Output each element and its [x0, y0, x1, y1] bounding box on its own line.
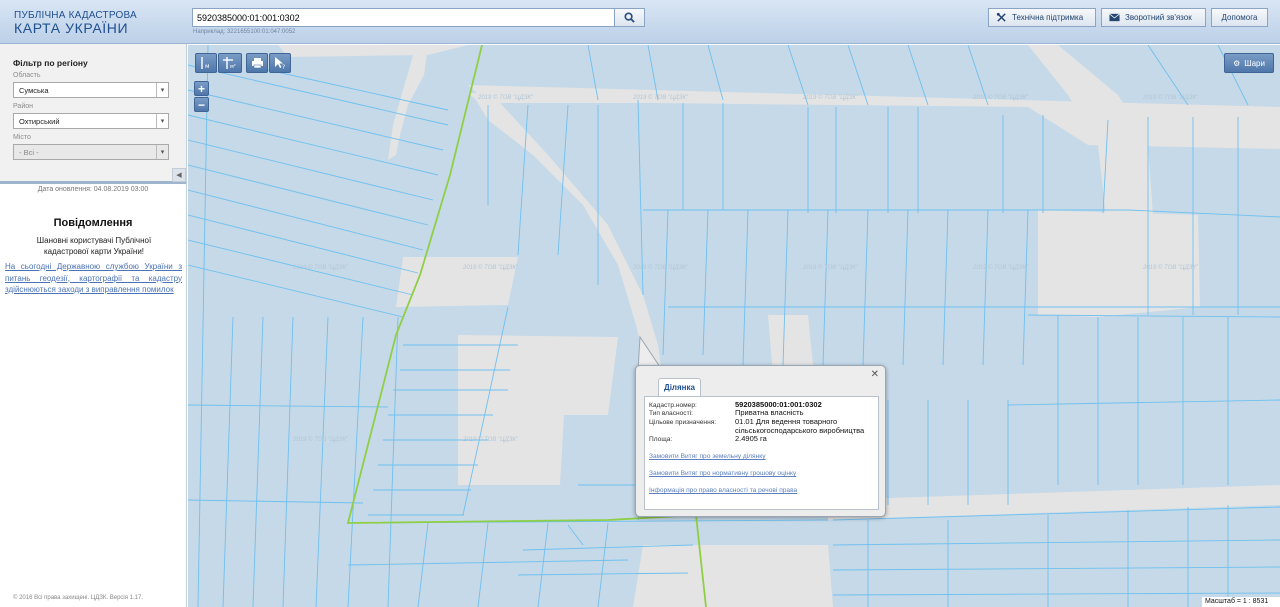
area-icon: м²: [223, 57, 236, 70]
search-input[interactable]: [192, 8, 615, 27]
tools-icon: [996, 12, 1006, 22]
region-filter: Фільтр по регіону Область Сумська ▾ Райо…: [0, 44, 186, 184]
map-canvas[interactable]: 2019 © ТОВ "ЦДЗК" 2019 © ТОВ "ЦДЗК" 2019…: [188, 45, 1280, 607]
feedback-label: Зворотний зв'язок: [1125, 13, 1192, 22]
layers-label: Шари: [1244, 58, 1265, 68]
scale-indicator: Масштаб = 1 : 8531: [1202, 597, 1280, 607]
oblast-select[interactable]: Сумська ▾: [13, 82, 169, 98]
svg-text:?: ?: [282, 64, 285, 70]
sidebar: Фільтр по регіону Область Сумська ▾ Райо…: [0, 44, 187, 607]
misto-value: - Всі -: [19, 148, 39, 157]
row-label-cadastral: Кадастр.номер:: [649, 402, 697, 409]
minus-icon: −: [197, 97, 205, 112]
watermark: 2019 © ТОВ "ЦДЗК": [1143, 265, 1199, 271]
row-label-purpose: Цільове призначення:: [649, 419, 717, 426]
oblast-value: Сумська: [19, 86, 49, 95]
chevron-left-icon: ◀: [176, 172, 182, 179]
watermark: 2019 © ТОВ "ЦДЗК": [973, 95, 1029, 101]
notice-link[interactable]: На сьогодні Державною службою України з …: [5, 261, 182, 296]
parcel-popup: ✕ Ділянка Кадастр.номер: 5920385000:01:0…: [635, 365, 886, 517]
rayon-select[interactable]: Охтирський ▾: [13, 113, 169, 129]
watermark: 2019 © ТОВ "ЦДЗК": [478, 95, 534, 101]
oblast-label: Область: [13, 72, 41, 79]
logo-line2: КАРТА УКРАЇНИ: [14, 20, 129, 36]
update-date: Дата оновлення: 04.08.2019 03:00: [37, 186, 149, 193]
chevron-down-icon: ▾: [156, 145, 168, 159]
watermark: 2019 © ТОВ "ЦДЗК": [803, 265, 859, 271]
watermark: 2019 © ТОВ "ЦДЗК": [803, 95, 859, 101]
rayon-label: Район: [13, 103, 33, 110]
rayon-value: Охтирський: [19, 117, 60, 126]
order-valuation-link[interactable]: Замовити Витяг про нормативну грошову оц…: [649, 470, 796, 477]
search-button[interactable]: [615, 8, 645, 27]
ownership-info-link[interactable]: Інформація про право власності та речові…: [649, 487, 797, 494]
watermark: 2019 © ТОВ "ЦДЗК": [633, 265, 689, 271]
support-label: Технічна підтримка: [1012, 13, 1084, 22]
print-button[interactable]: [246, 53, 268, 73]
feedback-button[interactable]: Зворотний зв'язок: [1101, 8, 1206, 27]
tab-parcel[interactable]: Ділянка: [658, 378, 701, 396]
watermark: 2019 © ТОВ "ЦДЗК": [293, 265, 349, 271]
svg-text:м: м: [205, 63, 210, 70]
row-value-area: 2.4905 га: [735, 434, 767, 443]
info-pointer-button[interactable]: ?: [269, 53, 291, 73]
cursor-question-icon: ?: [275, 57, 285, 70]
search-hint: Наприклад: 3221655100:01:047:0052: [193, 29, 296, 35]
logo[interactable]: ПУБЛІЧНА КАДАСТРОВА КАРТА УКРАЇНИ: [14, 10, 137, 36]
watermark: 2019 © ТОВ "ЦДЗК": [1143, 95, 1199, 101]
row-value-purpose: 01.01 Для ведення товарного сільськогосп…: [735, 417, 865, 435]
help-button[interactable]: Допомога: [1211, 8, 1268, 27]
watermark: 2019 © ТОВ "ЦДЗК": [973, 265, 1029, 271]
zoom-out-button[interactable]: −: [194, 97, 209, 112]
parcel-map[interactable]: [188, 45, 1280, 607]
zoom-in-button[interactable]: +: [194, 81, 209, 96]
header: ПУБЛІЧНА КАДАСТРОВА КАРТА УКРАЇНИ Наприк…: [0, 0, 1280, 44]
ruler-icon: м: [201, 57, 210, 70]
support-button[interactable]: Технічна підтримка: [988, 8, 1096, 27]
row-label-area: Площа:: [649, 436, 673, 443]
gear-icon: ⚙: [1233, 58, 1241, 68]
chevron-down-icon: ▾: [156, 83, 168, 97]
watermark: 2019 © ТОВ "ЦДЗК": [463, 437, 519, 443]
collapse-sidebar-button[interactable]: ◀: [172, 168, 186, 182]
notice-greeting: Шановні користувачі Публічної кадастрово…: [36, 236, 152, 256]
measure-distance-button[interactable]: м: [195, 53, 217, 73]
watermark: 2019 © ТОВ "ЦДЗК": [463, 265, 519, 271]
chevron-down-icon: ▾: [156, 114, 168, 128]
search-icon: [624, 12, 635, 23]
svg-text:м²: м²: [230, 64, 236, 70]
watermark: 2019 © ТОВ "ЦДЗК": [293, 437, 349, 443]
filter-title: Фільтр по регіону: [13, 58, 88, 68]
order-extract-link[interactable]: Замовити Витяг про земельну ділянку: [649, 453, 766, 460]
notice-title: Повідомлення: [53, 217, 133, 229]
help-label: Допомога: [1221, 13, 1258, 22]
layers-button[interactable]: ⚙ Шари: [1224, 53, 1274, 73]
copyright: © 2016 Всі права захищені. ЦДЗК. Версія …: [13, 595, 144, 601]
misto-select[interactable]: - Всі - ▾: [13, 144, 169, 160]
watermark: 2019 © ТОВ "ЦДЗК": [633, 95, 689, 101]
envelope-icon: [1109, 13, 1120, 22]
misto-label: Місто: [13, 134, 31, 141]
close-icon[interactable]: ✕: [871, 369, 879, 380]
printer-icon: [251, 58, 263, 69]
measure-area-button[interactable]: м²: [218, 53, 242, 73]
popup-body: Кадастр.номер: 5920385000:01:001:0302 Ти…: [644, 396, 879, 510]
plus-icon: +: [197, 81, 205, 96]
row-label-ownership: Тип власності:: [649, 410, 693, 417]
